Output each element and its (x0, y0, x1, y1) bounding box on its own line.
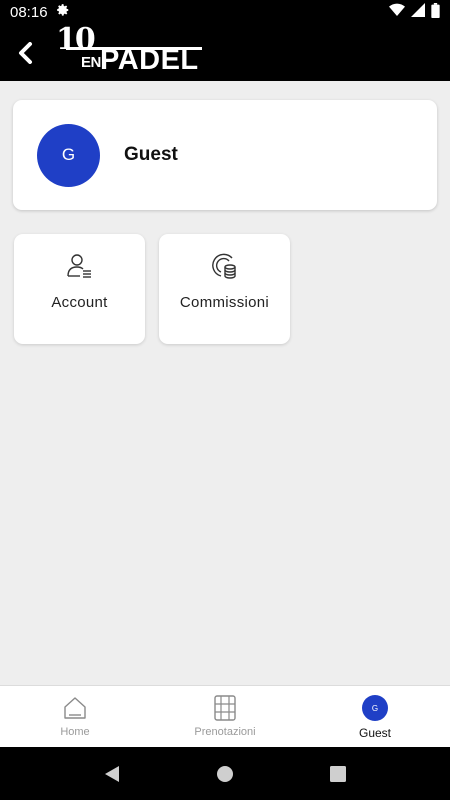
status-bar: 08:16 (0, 0, 450, 24)
profile-name: Guest (124, 144, 178, 165)
nav-label-prenotazioni: Prenotazioni (194, 726, 256, 738)
home-icon (62, 695, 88, 721)
avatar-initial: G (61, 145, 76, 164)
avatar: G (37, 123, 100, 187)
app-logo: 10 EN PADEL (56, 24, 216, 81)
status-time: 08:16 (10, 3, 48, 21)
system-recents-button[interactable] (318, 754, 358, 794)
signal-icon (411, 3, 425, 21)
account-tile[interactable]: Account (14, 234, 145, 344)
commissioni-label: Commissioni (179, 294, 270, 311)
home-circle-icon (216, 765, 233, 782)
back-button[interactable] (0, 24, 52, 81)
nav-label-guest: Guest (358, 726, 391, 740)
main-content: G Guest Account Commissioni (0, 81, 450, 685)
logo-padel: PADEL (100, 44, 199, 76)
gear-icon (56, 3, 70, 21)
logo-en: EN (81, 54, 101, 71)
nav-item-home[interactable]: Home (0, 686, 150, 747)
battery-icon (431, 2, 440, 22)
bottom-nav: Home Prenotazioni G Guest (0, 685, 450, 747)
coins-icon (211, 253, 236, 279)
app-bar: 10 EN PADEL (0, 24, 450, 81)
wifi-icon (389, 3, 405, 21)
system-home-button[interactable] (205, 754, 245, 794)
avatar: G (362, 695, 388, 721)
commissioni-tile[interactable]: Commissioni (159, 234, 290, 344)
logo-ten: 10 (56, 22, 96, 57)
account-icon (66, 254, 91, 278)
calendar-grid-icon (212, 695, 238, 721)
nav-label-home: Home (60, 726, 90, 738)
profile-card[interactable]: G Guest (13, 100, 437, 210)
nav-avatar-wrapper: G (362, 695, 388, 721)
account-label: Account (51, 294, 108, 311)
system-nav-bar (0, 747, 450, 800)
back-arrow-icon (19, 41, 32, 64)
back-triangle-icon (104, 765, 119, 782)
recents-square-icon (330, 765, 347, 782)
nav-item-guest[interactable]: G Guest (300, 686, 450, 747)
system-back-button[interactable] (92, 754, 132, 794)
nav-item-prenotazioni[interactable]: Prenotazioni (150, 686, 300, 747)
